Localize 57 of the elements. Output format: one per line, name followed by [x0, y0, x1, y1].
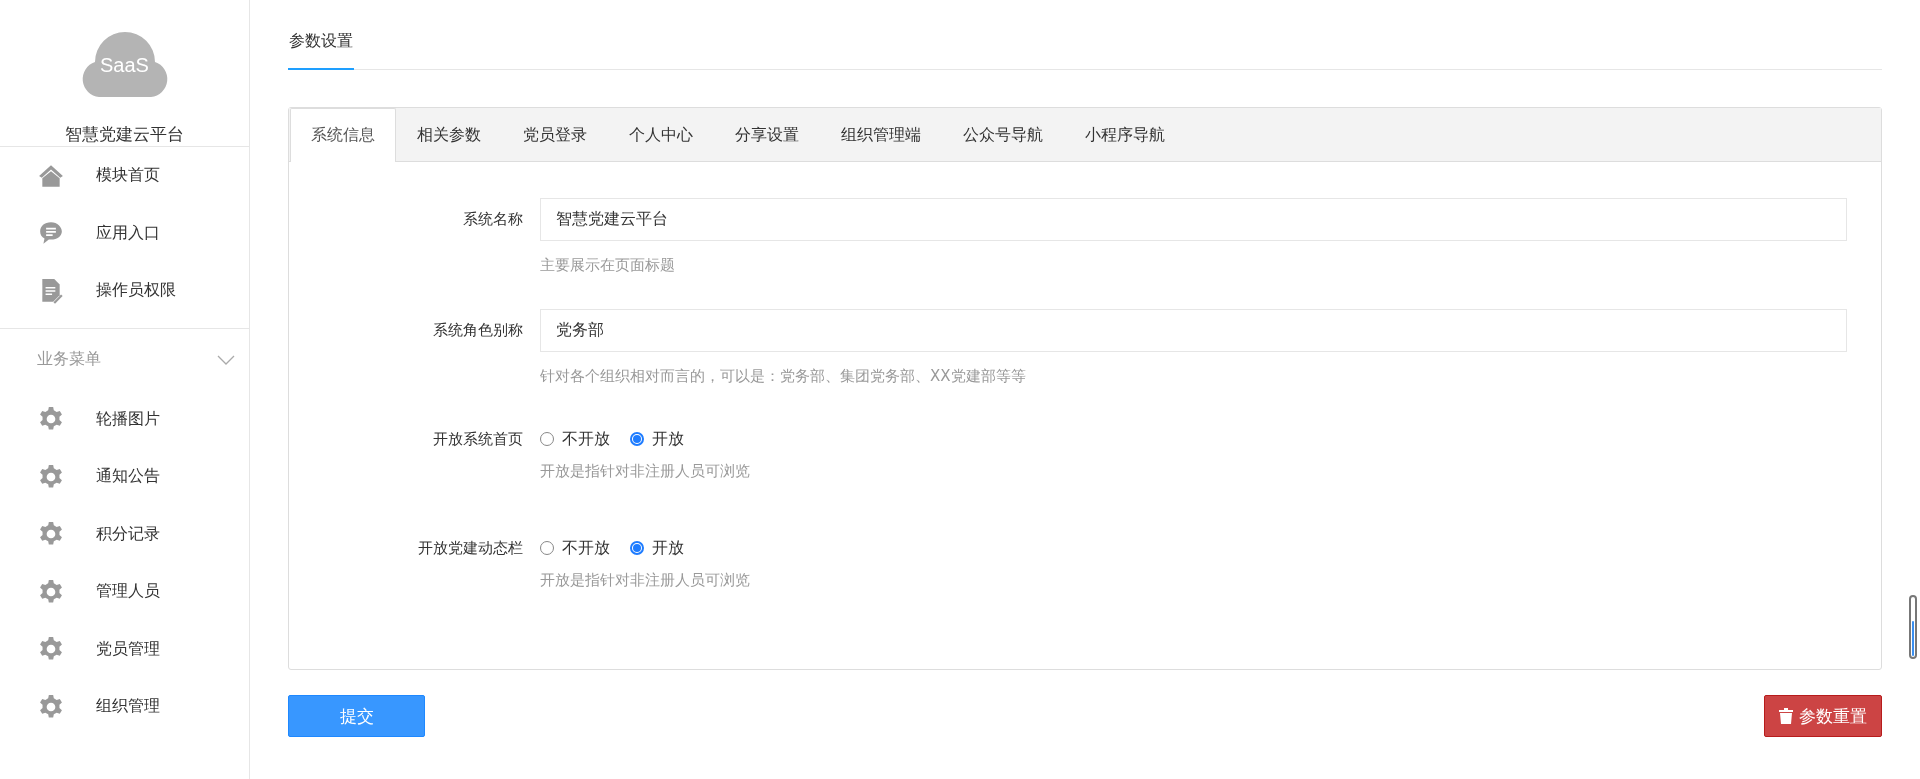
field-label: 开放系统首页 — [432, 429, 524, 450]
menu-item-label: 操作员权限 — [96, 280, 176, 302]
radio-label[interactable]: 不开放 — [562, 537, 610, 559]
gear-icon — [38, 406, 64, 433]
menu-item-label: 通知公告 — [96, 466, 160, 488]
radio-button[interactable] — [540, 541, 554, 555]
menu-item[interactable]: 模块首页 — [0, 147, 249, 205]
radio-label[interactable]: 开放 — [652, 537, 684, 559]
platform-title: 智慧党建云平台 — [65, 123, 184, 146]
input-field[interactable]: 党务部 — [540, 309, 1847, 352]
radio-label[interactable]: 不开放 — [562, 428, 610, 450]
radio-button[interactable] — [540, 432, 554, 446]
menu-item-label: 党员管理 — [96, 638, 160, 660]
gear-icon — [38, 636, 64, 663]
menu-item[interactable]: 积分记录 — [0, 505, 249, 563]
reset-button[interactable]: 参数重置 — [1764, 695, 1882, 737]
tab[interactable]: 系统信息 — [290, 108, 396, 162]
menu-item-label: 积分记录 — [96, 523, 160, 545]
tab[interactable]: 分享设置 — [714, 108, 820, 161]
page-tab[interactable]: 参数设置 — [288, 31, 354, 70]
section-label: 业务菜单 — [37, 349, 101, 370]
tab[interactable]: 相关参数 — [396, 108, 502, 161]
chat-bubble-icon — [38, 220, 64, 247]
tab[interactable]: 个人中心 — [608, 108, 714, 161]
menu-item[interactable]: 组织管理 — [0, 678, 249, 736]
menu-item[interactable]: 应用入口 — [0, 204, 249, 262]
radio-label[interactable]: 开放 — [652, 428, 684, 450]
help-text: 开放是指针对非注册人员可浏览 — [540, 571, 751, 590]
scrollbar[interactable] — [1909, 595, 1917, 659]
tab[interactable]: 公众号导航 — [942, 108, 1064, 161]
input-field[interactable]: 智慧党建云平台 — [540, 198, 1847, 241]
radio-button[interactable] — [630, 541, 644, 555]
radio-button[interactable] — [630, 432, 644, 446]
gear-icon — [38, 463, 64, 490]
tab[interactable]: 党员登录 — [502, 108, 608, 161]
trash-icon — [1779, 708, 1793, 724]
tab[interactable]: 组织管理端 — [820, 108, 942, 161]
field-label: 系统名称 — [462, 209, 524, 230]
menu-item-label: 应用入口 — [96, 222, 160, 244]
field-label: 开放党建动态栏 — [417, 538, 524, 559]
tab[interactable]: 小程序导航 — [1064, 108, 1186, 161]
menu-item-label: 管理人员 — [96, 581, 160, 603]
help-text: 主要展示在页面标题 — [540, 256, 676, 275]
menu-item[interactable]: 管理人员 — [0, 563, 249, 621]
menu-item-label: 模块首页 — [96, 165, 160, 187]
menu-item[interactable]: 操作员权限 — [0, 262, 249, 320]
menu-item[interactable]: 轮播图片 — [0, 390, 249, 448]
help-text: 针对各个组织相对而言的，可以是：党务部、集团党务部、XX党建部等等 — [540, 367, 1027, 386]
gear-icon — [38, 521, 64, 548]
menu-item-label: 组织管理 — [96, 696, 160, 718]
menu-item-label: 轮播图片 — [96, 408, 160, 430]
help-text: 开放是指针对非注册人员可浏览 — [540, 462, 751, 481]
gear-icon — [38, 578, 64, 605]
menu-item[interactable]: 通知公告 — [0, 448, 249, 506]
menu-item[interactable]: 党员管理 — [0, 620, 249, 678]
field-label: 系统角色别称 — [432, 320, 524, 341]
gear-icon — [38, 693, 64, 720]
